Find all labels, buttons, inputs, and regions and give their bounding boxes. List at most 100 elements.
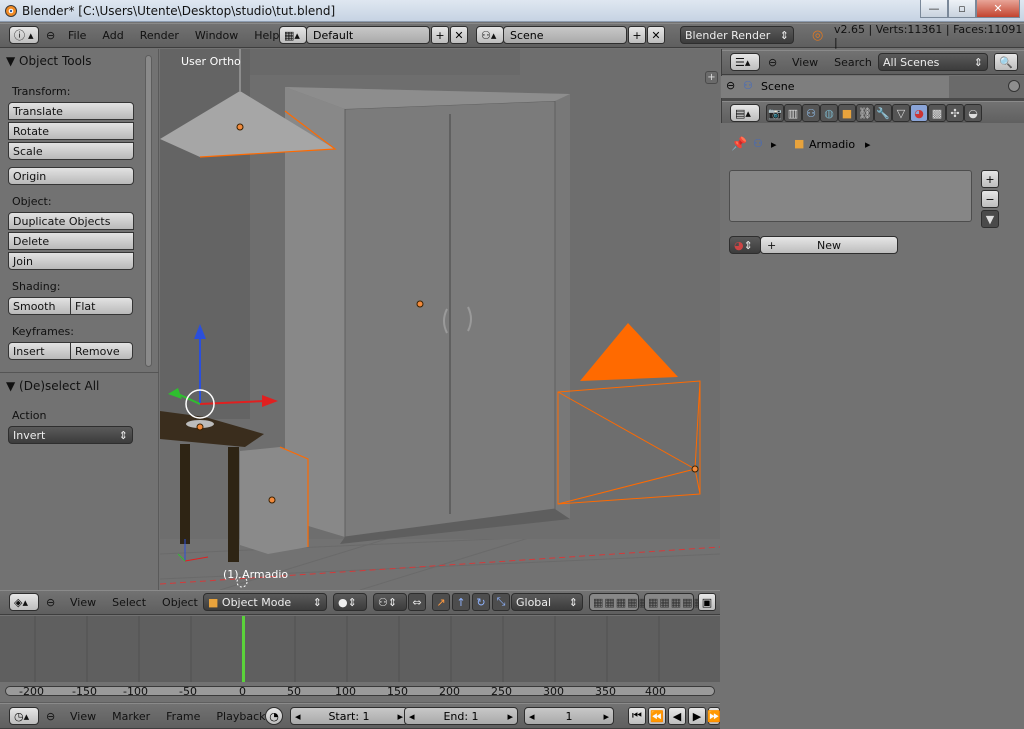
insert-keyframe-button[interactable]: Insert bbox=[8, 342, 71, 360]
editor-type-info-button[interactable]: ⓘ ▴ bbox=[9, 26, 39, 44]
jump-keyframe-back-icon[interactable]: ⏪ bbox=[648, 707, 666, 725]
pin-icon[interactable]: 📌 bbox=[731, 137, 747, 152]
minimize-button[interactable]: — bbox=[920, 0, 948, 18]
remove-screen-icon[interactable]: ✕ bbox=[450, 26, 468, 44]
collapse-toggle-icon[interactable]: ⊖ bbox=[726, 79, 735, 92]
add-screen-icon[interactable]: + bbox=[431, 26, 449, 44]
outliner-filter-dropdown[interactable]: All Scenes ⇕ bbox=[878, 53, 988, 71]
close-window-button[interactable]: ✕ bbox=[976, 0, 1020, 18]
jump-start-icon[interactable]: ⏮ bbox=[628, 707, 646, 725]
collapse-menu-icon[interactable]: ⊖ bbox=[46, 704, 55, 728]
timeline-ruler[interactable]: -200 -150 -100 -50 0 50 100 150 200 250 … bbox=[0, 682, 720, 702]
remove-keyframe-button[interactable]: Remove bbox=[70, 342, 133, 360]
render-tab-icon[interactable]: 📷 bbox=[766, 104, 784, 122]
scene-selector[interactable]: ⚇ ▴ bbox=[476, 26, 504, 44]
transform-orientation-dropdown[interactable]: Global ⇕ bbox=[511, 593, 583, 611]
3d-viewport[interactable]: User Ortho (1) Armadio + bbox=[160, 49, 720, 590]
menu-marker[interactable]: Marker bbox=[104, 710, 158, 723]
menu-file[interactable]: File bbox=[60, 29, 94, 42]
editor-type-timeline-button[interactable]: ◷ ▴ bbox=[9, 707, 39, 725]
slot-specials-icon[interactable]: ▼ bbox=[981, 210, 999, 228]
deselect-all-panel-header[interactable]: ▼ (De)select All bbox=[6, 379, 99, 393]
add-scene-icon[interactable]: + bbox=[628, 26, 646, 44]
menu-view[interactable]: View bbox=[62, 596, 104, 609]
constraints-tab-icon[interactable]: ⛓ bbox=[856, 104, 874, 122]
modifiers-tab-icon[interactable]: 🔧 bbox=[874, 104, 892, 122]
render-engine-dropdown[interactable]: Blender Render ⇕ bbox=[680, 26, 794, 44]
current-frame-field[interactable]: ◂ 1 ▸ bbox=[524, 707, 614, 725]
add-slot-icon[interactable]: + bbox=[981, 170, 999, 188]
material-tab-icon[interactable]: ◕ bbox=[910, 104, 928, 122]
action-dropdown[interactable]: Invert ⇕ bbox=[8, 426, 133, 444]
layers-group-2[interactable]: ▦▦▦▦▦ bbox=[644, 593, 704, 611]
outliner-row-scene[interactable]: ⊖ ⚇ Scene bbox=[721, 76, 949, 98]
nightstand-box[interactable] bbox=[240, 446, 309, 554]
toolshelf-scrollbar[interactable] bbox=[145, 55, 152, 367]
end-frame-field[interactable]: ◂ End: 1 ▸ bbox=[404, 707, 518, 725]
scene-field[interactable]: Scene bbox=[503, 26, 627, 44]
play-icon[interactable]: ▶ bbox=[688, 707, 706, 725]
render-preview-icon[interactable]: ▣ bbox=[698, 593, 716, 611]
editor-type-properties-button[interactable]: ▤ ▴ bbox=[730, 104, 760, 122]
menu-window[interactable]: Window bbox=[187, 29, 246, 42]
collapse-menu-icon[interactable]: ⊖ bbox=[46, 24, 55, 47]
menu-view[interactable]: View bbox=[62, 710, 104, 723]
screen-layout-selector[interactable]: ▦ ▴ bbox=[279, 26, 307, 44]
remove-slot-icon[interactable]: − bbox=[981, 190, 999, 208]
menu-search[interactable]: Search bbox=[826, 56, 880, 69]
editor-type-3dview-button[interactable]: ◈ ▴ bbox=[9, 593, 39, 611]
menu-frame[interactable]: Frame bbox=[158, 710, 208, 723]
translate-button[interactable]: Translate bbox=[8, 102, 134, 120]
screen-layout-field[interactable]: Default bbox=[306, 26, 430, 44]
collapse-menu-icon[interactable]: ⊖ bbox=[46, 591, 55, 614]
menu-playback[interactable]: Playback bbox=[208, 710, 273, 723]
mode-dropdown[interactable]: ■ Object Mode ⇕ bbox=[203, 593, 327, 611]
scale-button[interactable]: Scale bbox=[8, 142, 134, 160]
particles-tab-icon[interactable]: ✣ bbox=[946, 104, 964, 122]
delete-button[interactable]: Delete bbox=[8, 232, 134, 250]
join-button[interactable]: Join bbox=[8, 252, 134, 270]
origin-button[interactable]: Origin bbox=[8, 167, 134, 185]
start-frame-field[interactable]: ◂ Start: 1 ▸ bbox=[290, 707, 408, 725]
new-material-button[interactable]: + New bbox=[760, 236, 898, 254]
smooth-button[interactable]: Smooth bbox=[8, 297, 71, 315]
playhead-cursor[interactable] bbox=[242, 616, 245, 682]
pivot-point-dropdown[interactable]: ⚇ ⇕ bbox=[373, 593, 407, 611]
editor-type-outliner-button[interactable]: ☰ ▴ bbox=[730, 53, 760, 71]
scene-tab-icon[interactable]: ⚇ bbox=[802, 104, 820, 122]
material-slots-list[interactable] bbox=[729, 170, 972, 222]
layers-group-1[interactable]: ▦▦▦▦▦ bbox=[589, 593, 649, 611]
menu-view[interactable]: View bbox=[784, 56, 826, 69]
browse-material-button[interactable]: ◕ ⇕ bbox=[729, 236, 761, 254]
manipulator-translate-arrow-icon[interactable]: ↑ bbox=[452, 593, 470, 611]
play-reverse-icon[interactable]: ◀ bbox=[668, 707, 686, 725]
flat-button[interactable]: Flat bbox=[70, 297, 133, 315]
manipulator-translate-icon[interactable]: ↗ bbox=[432, 593, 450, 611]
manipulator-toggle-icon[interactable]: ⇔ bbox=[408, 593, 426, 611]
manipulator-rotate-icon[interactable]: ↻ bbox=[472, 593, 490, 611]
collapse-menu-icon[interactable]: ⊖ bbox=[768, 51, 777, 74]
preview-range-icon[interactable]: ◔ bbox=[265, 707, 283, 725]
physics-tab-icon[interactable]: ◒ bbox=[964, 104, 982, 122]
object-tools-panel-header[interactable]: ▼ Object Tools bbox=[6, 54, 92, 68]
texture-tab-icon[interactable]: ▩ bbox=[928, 104, 946, 122]
search-icon[interactable]: 🔍 bbox=[994, 53, 1018, 71]
expand-properties-icon[interactable]: + bbox=[705, 71, 718, 84]
world-tab-icon[interactable]: ◍ bbox=[820, 104, 838, 122]
viewport-shading-dropdown[interactable]: ● ⇕ bbox=[333, 593, 367, 611]
maximize-button[interactable]: ▫ bbox=[948, 0, 976, 18]
duplicate-objects-button[interactable]: Duplicate Objects bbox=[8, 212, 134, 230]
data-tab-icon[interactable]: ▽ bbox=[892, 104, 910, 122]
menu-render[interactable]: Render bbox=[132, 29, 187, 42]
jump-keyframe-forward-icon[interactable]: ⏩ bbox=[707, 707, 721, 725]
menu-object[interactable]: Object bbox=[154, 596, 206, 609]
remove-scene-icon[interactable]: ✕ bbox=[647, 26, 665, 44]
rotate-button[interactable]: Rotate bbox=[8, 122, 134, 140]
wardrobe-armadio[interactable] bbox=[285, 87, 570, 544]
render-layers-tab-icon[interactable]: ▥ bbox=[784, 104, 802, 122]
menu-add[interactable]: Add bbox=[94, 29, 131, 42]
restrict-toggle-icon[interactable] bbox=[1008, 80, 1020, 92]
object-tab-icon[interactable]: ■ bbox=[838, 104, 856, 122]
manipulator-scale-icon[interactable]: ⤡ bbox=[492, 593, 510, 611]
menu-select[interactable]: Select bbox=[104, 596, 154, 609]
